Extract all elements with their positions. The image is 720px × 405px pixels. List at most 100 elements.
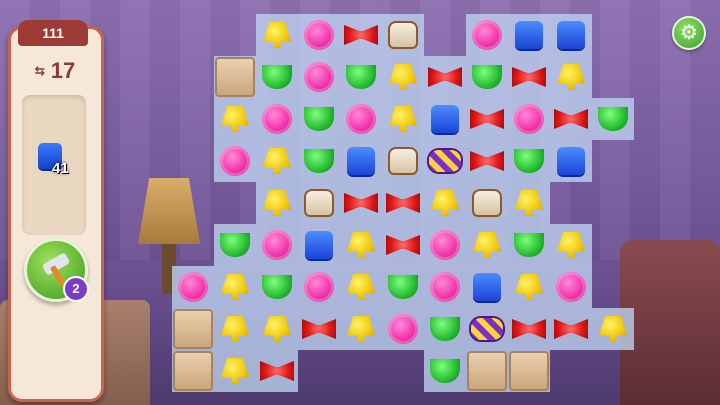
red-bow-piece[interactable] (340, 14, 382, 56)
red-bow-piece[interactable] (466, 98, 508, 140)
yellow-lamp-piece[interactable] (340, 308, 382, 350)
pink-button-piece[interactable] (298, 266, 340, 308)
yellow-lamp-piece[interactable] (214, 350, 256, 392)
yellow-lamp-piece[interactable] (508, 266, 550, 308)
candy-piece[interactable] (424, 140, 466, 182)
red-bow-piece[interactable] (550, 308, 592, 350)
red-bow-piece[interactable] (256, 350, 298, 392)
green-cup-piece[interactable] (508, 140, 550, 182)
blue-cube-piece[interactable] (508, 14, 550, 56)
blue-cube-piece[interactable] (298, 224, 340, 266)
red-bow-piece[interactable] (466, 140, 508, 182)
yellow-lamp-piece[interactable] (592, 308, 634, 350)
pink-button-piece[interactable] (214, 140, 256, 182)
blue-cube-piece[interactable] (340, 140, 382, 182)
yellow-lamp-piece[interactable] (550, 56, 592, 98)
yellow-lamp-piece[interactable] (466, 224, 508, 266)
green-cup-piece[interactable] (298, 98, 340, 140)
pink-button-icon (472, 20, 502, 50)
yellow-lamp-piece[interactable] (508, 182, 550, 224)
green-cup-piece[interactable] (382, 266, 424, 308)
green-cup-piece[interactable] (256, 266, 298, 308)
cardboard-box-piece[interactable] (214, 56, 256, 98)
yellow-lamp-piece[interactable] (340, 224, 382, 266)
pink-button-piece[interactable] (298, 56, 340, 98)
green-cup-icon (388, 275, 418, 299)
pink-button-piece[interactable] (256, 98, 298, 140)
settings-button[interactable]: ⚙ (672, 16, 706, 50)
level-number: 111 (18, 20, 88, 46)
pink-button-piece[interactable] (256, 224, 298, 266)
yellow-lamp-piece[interactable] (340, 266, 382, 308)
green-cup-piece[interactable] (256, 56, 298, 98)
candy-piece[interactable] (466, 308, 508, 350)
red-bow-icon (470, 109, 504, 129)
pink-button-icon (346, 104, 376, 134)
purse-piece[interactable] (382, 14, 424, 56)
red-bow-icon (512, 319, 546, 339)
red-bow-piece[interactable] (340, 182, 382, 224)
pink-button-piece[interactable] (466, 14, 508, 56)
yellow-lamp-icon (473, 232, 501, 258)
red-bow-icon (470, 151, 504, 171)
yellow-lamp-piece[interactable] (382, 98, 424, 140)
yellow-lamp-piece[interactable] (214, 98, 256, 140)
red-bow-piece[interactable] (382, 224, 424, 266)
pink-button-piece[interactable] (382, 308, 424, 350)
pink-button-piece[interactable] (340, 98, 382, 140)
red-bow-piece[interactable] (382, 182, 424, 224)
yellow-lamp-icon (263, 316, 291, 342)
yellow-lamp-icon (389, 64, 417, 90)
pink-button-piece[interactable] (424, 224, 466, 266)
cardboard-box-piece[interactable] (172, 350, 214, 392)
blue-cube-piece[interactable] (550, 14, 592, 56)
pink-button-icon (178, 272, 208, 302)
green-cup-piece[interactable] (424, 350, 466, 392)
pink-button-piece[interactable] (508, 98, 550, 140)
purse-piece[interactable] (466, 182, 508, 224)
green-cup-piece[interactable] (340, 56, 382, 98)
yellow-lamp-piece[interactable] (256, 182, 298, 224)
yellow-lamp-icon (515, 190, 543, 216)
green-cup-piece[interactable] (508, 224, 550, 266)
yellow-lamp-piece[interactable] (214, 308, 256, 350)
red-bow-piece[interactable] (508, 56, 550, 98)
green-cup-piece[interactable] (592, 98, 634, 140)
red-bow-piece[interactable] (550, 98, 592, 140)
green-cup-piece[interactable] (298, 140, 340, 182)
yellow-lamp-piece[interactable] (214, 266, 256, 308)
pink-button-piece[interactable] (172, 266, 214, 308)
red-bow-icon (512, 67, 546, 87)
red-bow-piece[interactable] (424, 56, 466, 98)
pink-button-piece[interactable] (550, 266, 592, 308)
red-bow-icon (554, 109, 588, 129)
yellow-lamp-icon (347, 316, 375, 342)
cardboard-box-piece[interactable] (466, 350, 508, 392)
green-cup-piece[interactable] (466, 56, 508, 98)
green-cup-piece[interactable] (214, 224, 256, 266)
cardboard-box-piece[interactable] (172, 308, 214, 350)
purse-piece[interactable] (298, 182, 340, 224)
blue-cube-piece[interactable] (424, 98, 466, 140)
purse-piece[interactable] (382, 140, 424, 182)
gear-icon: ⚙ (680, 22, 698, 44)
purse-icon (388, 21, 418, 49)
red-bow-piece[interactable] (508, 308, 550, 350)
yellow-lamp-piece[interactable] (256, 308, 298, 350)
yellow-lamp-piece[interactable] (382, 56, 424, 98)
cardboard-box-piece[interactable] (508, 350, 550, 392)
yellow-lamp-piece[interactable] (424, 182, 466, 224)
yellow-lamp-piece[interactable] (256, 14, 298, 56)
blue-cube-piece[interactable] (550, 140, 592, 182)
red-bow-piece[interactable] (298, 308, 340, 350)
yellow-lamp-piece[interactable] (550, 224, 592, 266)
pink-button-icon (220, 146, 250, 176)
pink-button-icon (262, 230, 292, 260)
pink-button-icon (388, 314, 418, 344)
pink-button-piece[interactable] (298, 14, 340, 56)
green-cup-piece[interactable] (424, 308, 466, 350)
yellow-lamp-piece[interactable] (256, 140, 298, 182)
pink-button-piece[interactable] (424, 266, 466, 308)
blue-cube-piece[interactable] (466, 266, 508, 308)
cardboard-box-icon (467, 351, 507, 391)
